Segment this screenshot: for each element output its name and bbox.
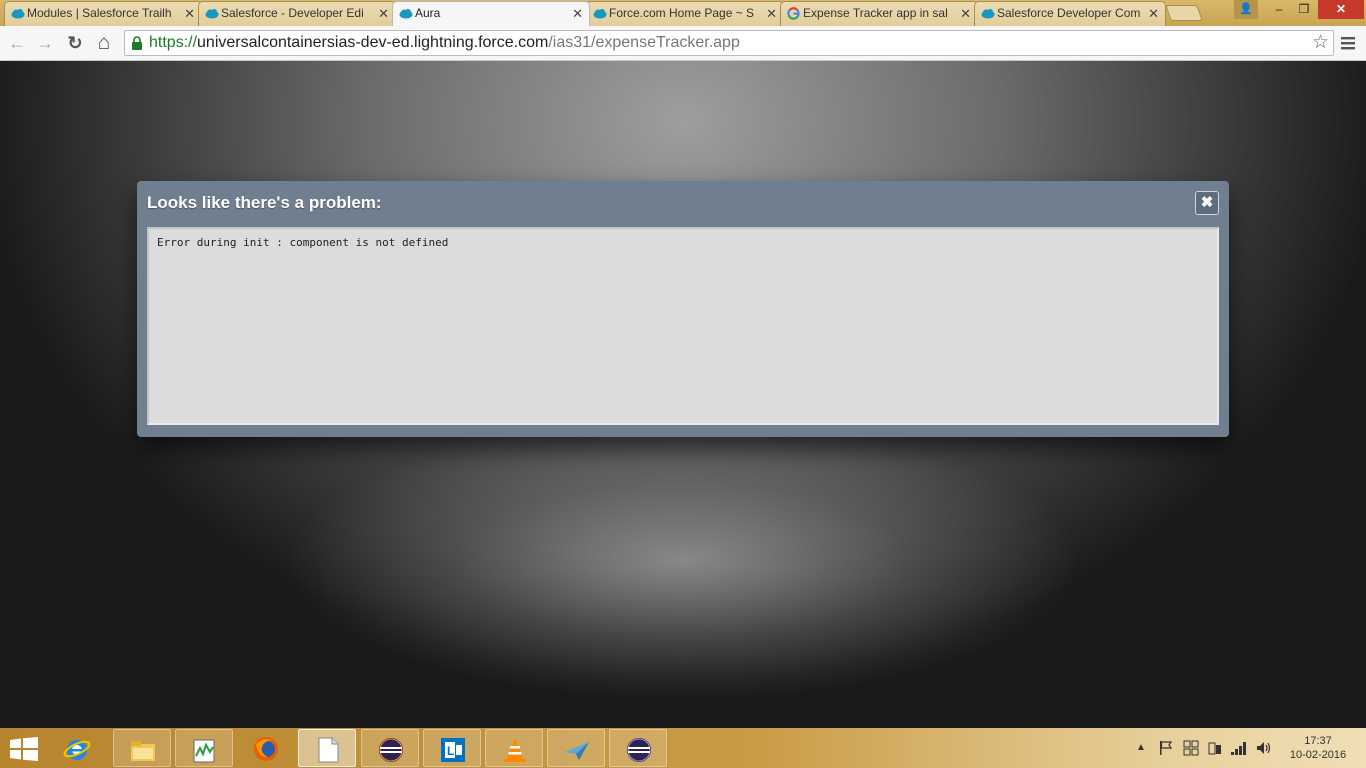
eclipse-icon — [379, 738, 403, 762]
windows-start-icon[interactable] — [10, 737, 38, 761]
tab-title: Aura — [415, 6, 441, 20]
lock-icon — [132, 36, 142, 50]
windows-taskbar: L ▲ 17:37 10-02-2016 — [0, 728, 1366, 768]
svg-text:L: L — [447, 744, 454, 758]
salesforce-cloud-icon — [593, 9, 607, 19]
tab-aura[interactable]: Aura ✕ — [392, 1, 590, 26]
battery-icon[interactable] — [1207, 740, 1223, 756]
taskbar-internet-explorer[interactable] — [48, 729, 106, 767]
taskbar-eclipse-2[interactable] — [609, 729, 667, 767]
salesforce-cloud-icon — [981, 9, 995, 19]
tray-show-hidden-icon[interactable]: ▲ — [1136, 740, 1146, 756]
close-icon[interactable]: ✖ — [1195, 191, 1219, 215]
error-dialog-title: Looks like there's a problem: — [147, 193, 382, 212]
clock-date: 10-02-2016 — [1289, 749, 1347, 761]
volume-speaker-icon[interactable] — [1255, 740, 1273, 756]
salesforce-cloud-icon — [11, 9, 25, 19]
tab-close-icon[interactable]: ✕ — [378, 2, 389, 25]
notepad-icon — [318, 737, 339, 763]
tab-close-icon[interactable]: ✕ — [766, 2, 777, 25]
tab-expense-tracker-search[interactable]: Expense Tracker app in sal ✕ — [780, 1, 978, 26]
background-glow — [283, 421, 1083, 701]
menu-hamburger-icon[interactable] — [1340, 35, 1356, 51]
vlc-cone-icon — [504, 738, 526, 762]
tab-title: Expense Tracker app in sal — [803, 6, 948, 20]
folder-icon — [131, 741, 155, 761]
minimize-button[interactable]: – — [1266, 0, 1292, 19]
network-signal-icon[interactable] — [1230, 740, 1248, 756]
task-manager-icon — [193, 739, 215, 763]
browser-tab-strip: Modules | Salesforce Trailh ✕ Salesforce… — [0, 0, 1366, 26]
browser-toolbar: ← → ↻ ⌂ https://universalcontainersias-d… — [0, 26, 1366, 61]
reload-button[interactable]: ↻ — [63, 31, 87, 55]
taskbar-clock[interactable]: 17:37 10-02-2016 — [1286, 734, 1350, 762]
internet-explorer-icon — [63, 740, 91, 760]
salesforce-cloud-icon — [399, 9, 413, 19]
forward-button[interactable]: → — [33, 31, 57, 55]
google-g-icon — [787, 7, 800, 20]
paper-plane-icon — [565, 742, 589, 760]
url-scheme: https:// — [149, 34, 198, 51]
back-button[interactable]: ← — [5, 31, 29, 55]
url-host: universalcontainersias-dev-ed.lightning.… — [197, 34, 549, 51]
taskbar-lync[interactable]: L — [423, 729, 481, 767]
tab-close-icon[interactable]: ✕ — [960, 2, 971, 25]
taskbar-paper-plane[interactable] — [547, 729, 605, 767]
tab-title: Salesforce - Developer Edi — [221, 6, 364, 20]
lync-icon: L — [441, 738, 465, 762]
close-window-button[interactable]: ✕ — [1318, 0, 1364, 19]
tab-title: Force.com Home Page ~ S — [609, 6, 755, 20]
page-content: Looks like there's a problem: ✖ Error du… — [0, 61, 1366, 728]
clock-time: 17:37 — [1304, 735, 1332, 747]
tab-close-icon[interactable]: ✕ — [572, 2, 583, 25]
address-bar[interactable]: https://universalcontainersias-dev-ed.li… — [124, 30, 1334, 56]
tab-title: Modules | Salesforce Trailh — [27, 6, 172, 20]
taskbar-vlc[interactable] — [485, 729, 543, 767]
tab-modules-trailhead[interactable]: Modules | Salesforce Trailh ✕ — [4, 1, 202, 26]
taskbar-firefox[interactable] — [237, 729, 295, 767]
tab-close-icon[interactable]: ✕ — [1148, 2, 1159, 25]
windows-grid-icon[interactable] — [1183, 740, 1199, 756]
taskbar-eclipse[interactable] — [361, 729, 419, 767]
user-profile-icon[interactable]: 👤 — [1234, 0, 1258, 19]
taskbar-task-manager[interactable] — [175, 729, 233, 767]
tab-salesforce-dev-community[interactable]: Salesforce Developer Com ✕ — [974, 1, 1166, 26]
tab-force-home[interactable]: Force.com Home Page ~ S ✕ — [586, 1, 784, 26]
action-center-flag-icon[interactable] — [1158, 740, 1174, 756]
bookmark-star-icon[interactable]: ☆ — [1312, 32, 1329, 54]
tab-close-icon[interactable]: ✕ — [184, 2, 195, 25]
url-text: https://universalcontainersias-dev-ed.li… — [149, 33, 740, 53]
error-dialog: Looks like there's a problem: ✖ Error du… — [137, 181, 1229, 437]
taskbar-notepad[interactable] — [298, 729, 356, 767]
error-message: Error during init : component is not def… — [157, 236, 449, 249]
url-path: /ias31/expenseTracker.app — [548, 34, 740, 51]
home-button[interactable]: ⌂ — [92, 31, 116, 55]
tab-salesforce-developer[interactable]: Salesforce - Developer Edi ✕ — [198, 1, 396, 26]
tab-title: Salesforce Developer Com — [997, 6, 1141, 20]
new-tab-button[interactable] — [1165, 5, 1203, 21]
salesforce-cloud-icon — [205, 9, 219, 19]
firefox-icon — [254, 737, 278, 761]
error-dialog-body: Error during init : component is not def… — [147, 227, 1219, 425]
eclipse-icon — [627, 738, 651, 762]
taskbar-file-explorer[interactable] — [113, 729, 171, 767]
restore-button[interactable]: ❐ — [1292, 0, 1316, 19]
